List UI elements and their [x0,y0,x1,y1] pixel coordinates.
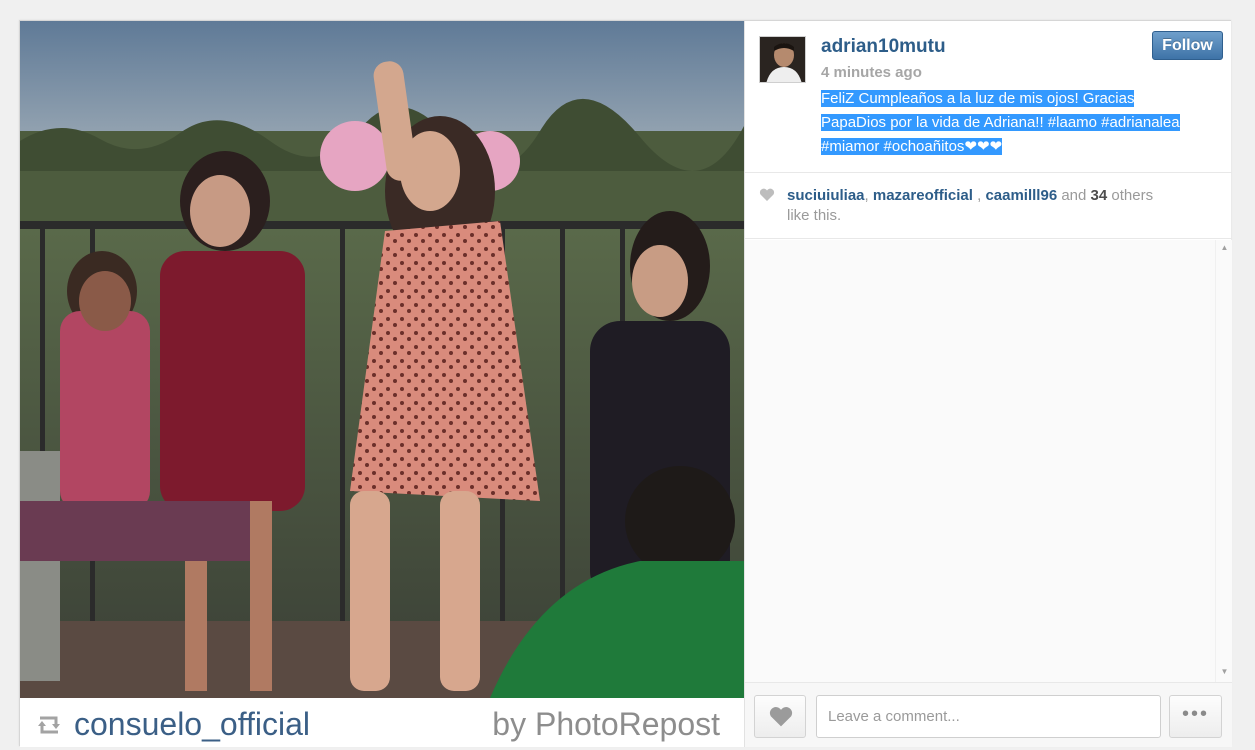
comment-input[interactable] [816,695,1161,738]
liker-link[interactable]: mazareofficial [873,187,973,204]
comment-composer: ••• [745,682,1232,747]
comments-list[interactable]: ▲ ▼ [745,240,1232,682]
post-username[interactable]: adrian10mutu [821,36,946,58]
liker-link[interactable]: suciuiuliaa [787,187,865,204]
comments-scrollbar[interactable]: ▲ ▼ [1215,240,1232,682]
like-button[interactable] [754,695,806,738]
likes-text: suciuiuliaa, mazareofficial , caamilll96… [787,187,1154,224]
more-options-button[interactable]: ••• [1169,695,1222,738]
post-caption: FeliZ Cumpleaños a la luz de mis ojos! G… [821,87,1221,159]
likes-count[interactable]: 34 [1091,187,1108,204]
caption-line: FeliZ Cumpleaños a la luz de mis ojos! G… [821,90,1135,107]
post-photo[interactable] [20,21,744,698]
party-photo-image [20,21,744,698]
follow-button[interactable]: Follow [1152,31,1223,60]
scroll-up-arrow-icon[interactable]: ▲ [1220,244,1229,252]
scroll-down-arrow-icon[interactable]: ▼ [1220,668,1229,676]
caption-line: PapaDios por la vida de Adriana!! #laamo… [821,114,1180,131]
repost-username: consuelo_official [74,706,311,742]
post-card: consuelo_official by PhotoRepost adrian1… [19,20,1232,747]
caption-line: #miamor #ochoañitos❤❤❤ [821,138,1003,155]
post-side-panel: adrian10mutu 4 minutes ago Follow FeliZ … [744,21,1232,747]
likes-section: suciuiuliaa, mazareofficial , caamilll96… [745,173,1232,239]
post-timestamp[interactable]: 4 minutes ago [821,64,922,81]
heart-icon [759,188,775,201]
repost-caption-bar: consuelo_official by PhotoRepost [20,698,744,747]
liker-link[interactable]: caamilll96 [985,187,1057,204]
avatar[interactable] [759,36,806,83]
avatar-image [760,37,805,82]
post-header: adrian10mutu 4 minutes ago Follow FeliZ … [745,21,1232,173]
repost-attribution: by PhotoRepost [492,706,720,742]
repost-icon [38,716,60,734]
heart-icon [769,707,793,727]
